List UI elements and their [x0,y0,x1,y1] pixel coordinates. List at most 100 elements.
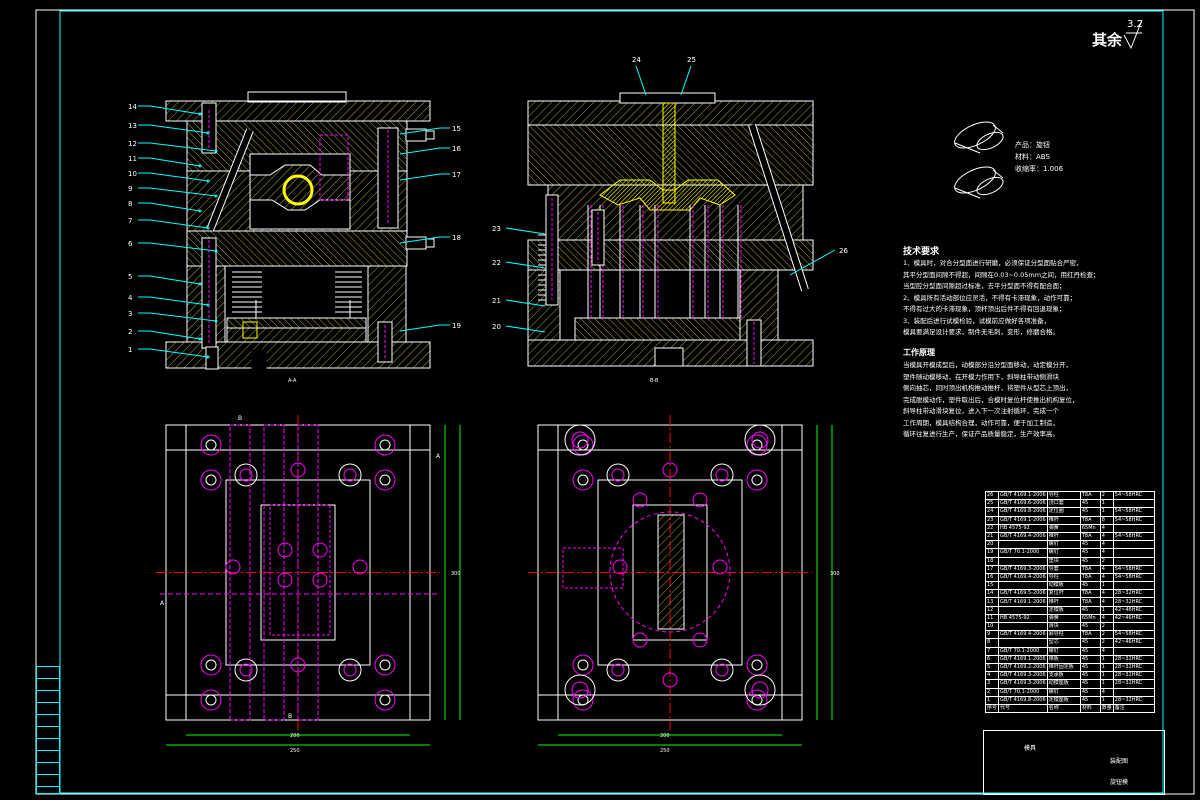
bom-cell: 54~58HRC [1112,630,1156,640]
bom-cell: 45 [1079,581,1101,591]
section-mark: B [288,713,292,720]
bom-cell: 45 [1079,679,1101,689]
bom-row: 25 GB/T 4169.6-2006 浇口套 45 1 [984,499,1156,509]
left-plan-pin [277,572,293,588]
bom-cell: GB/T 4169.1-2006 [998,490,1048,501]
bottom-screw [251,349,267,369]
bom-cell: 序号 [984,703,1000,714]
title-block-company: 模具 [1024,745,1037,752]
right-plan-bolt-hole [572,434,594,456]
bom-cell: 1 [1099,581,1114,591]
balloon-number: 7 [128,217,132,225]
left-plan-bolt-core [379,439,391,451]
bom-cell: 1 [1099,679,1114,689]
dim-text: 300 [451,571,461,577]
bom-cell: 2 [1099,621,1114,632]
product-view-top-edge [954,142,981,154]
rv-ko-hole [654,347,684,367]
title-block-drawing: 装配图 [1110,758,1129,765]
bom-cell: 18 [984,556,1000,566]
left-plan-bolt-hole [374,434,396,456]
bom-cell: 25 [984,499,1000,509]
balloon-number: 13 [128,122,137,130]
bom-cell: 28~32HRC [1112,654,1156,664]
bom-row: 22 HB 4575-92 弹簧 65Mn 4 [984,523,1156,533]
bom-cell: 备注 [1112,703,1156,714]
tech-requirement-line: 2、模具所有活动部位应灵活，不得有卡滞现象，动作可靠； [903,293,1077,302]
bom-cell: 4 [1099,572,1114,583]
bom-cell: 2 [1099,638,1114,648]
right-plan-pin [712,559,728,575]
bom-cell: 45 [1079,687,1101,697]
bom-cell: 4 [1099,589,1114,599]
working-principle-line: 斜导柱带动滑块复位，进入下一次注射循环，完成一个 [903,407,1059,415]
bom-cell: 材料 [1079,703,1101,714]
balloon-number: 10 [128,170,137,178]
bom-cell: 螺钉 [1046,540,1081,550]
bom-cell: 13 [984,597,1000,607]
bom-cell: 5 [984,662,1000,673]
bom-cell: 支承板 [1046,671,1081,681]
product-material: 材料：ABS [1015,153,1050,161]
bom-cell: GB/T 4169.3-2006 [998,564,1048,574]
bom-cell: GB/T 4169.1-2006 [998,597,1048,607]
left-plan-guide-hole [234,658,258,682]
tech-requirement-line: 1、模具时，对合分型面进行研磨，必须保证分型面贴合严密， [903,259,1083,267]
dim-text: 250 [660,748,670,754]
roughness-label: 其余 [1092,31,1123,49]
bom-cell: T8A [1079,597,1101,607]
balloon-number: 22 [492,259,501,267]
roughness-value: 3.2 [1127,19,1143,30]
product-shrink: 收缩率：1.006 [1015,165,1064,173]
balloon-number: 25 [687,56,696,64]
bom-cell [998,605,1048,615]
working-principle-title: 工作原理 [903,348,935,357]
bom-cell: 4 [1099,564,1114,574]
bom-cell: 65Mn [1079,613,1101,624]
bom-cell: T8A [1079,572,1101,583]
ejector-plate [226,327,367,343]
bom-cell: 54~58HRC [1112,531,1156,542]
product-view-bottom-edge [954,187,981,199]
bom-cell: GB/T 4169.8-2006 [998,507,1048,517]
bom-cell: 1 [1099,507,1114,517]
bom-cell: 16 [984,572,1000,583]
right-plan-bolt-hole [746,434,768,456]
bom-row: 5 GB/T 4169.2-2006 推杆固定板 45 1 28~32HRC [984,662,1156,673]
bom-row: 12 定模板 45 1 42~46HRC [984,605,1156,615]
left-plan-guide-core [343,468,357,482]
bom-row: 13 GB/T 4169.1-2006 推杆 T8A 4 28~32HRC [984,597,1156,607]
bom-cell: 推杆 [1046,515,1081,525]
ejector-retainer [226,317,367,329]
balloon-number: 24 [632,56,641,64]
water-nozzle-end [425,238,435,248]
bom-row: 11 HB 4575-92 弹簧 65Mn 4 42~46HRC [984,613,1156,624]
bom-cell: 8 [984,638,1000,648]
balloon-number: 15 [452,125,461,133]
bom-cell: 4 [1099,646,1114,656]
bom-cell [1112,687,1156,697]
bom-cell: GB/T 4169.8-2006 [998,695,1048,705]
right-plan-pin [612,559,628,575]
left-plan-pin [277,542,293,558]
bom-cell: 45 [1079,662,1101,673]
left-plan-bolt-core [205,659,217,671]
bom-cell: 定模座板 [1046,695,1081,705]
left-plan-bolt-core [205,474,217,486]
balloon-number: 17 [452,171,461,179]
section-mark: A [436,453,441,460]
balloon-number: 26 [839,247,848,255]
bom-cell: 45 [1079,671,1101,681]
bom-cell: 45 [1079,548,1101,558]
leader [505,227,546,235]
bom-cell: 45 [1079,499,1101,509]
bom-cell: 定位圈 [1046,507,1081,517]
right-plan-guide-core [715,468,729,482]
bom-cell: 4 [1099,613,1114,624]
bom-row: 7 GB/T 70.1-2000 螺钉 45 4 [984,646,1156,656]
leader [680,65,692,96]
bom-cell: 42~46HRC [1112,613,1156,624]
right-plan-guide-hole [606,463,630,487]
bom-cell: 54~58HRC [1112,515,1156,525]
bom-row: 8 型芯 45 2 42~46HRC [984,638,1156,648]
